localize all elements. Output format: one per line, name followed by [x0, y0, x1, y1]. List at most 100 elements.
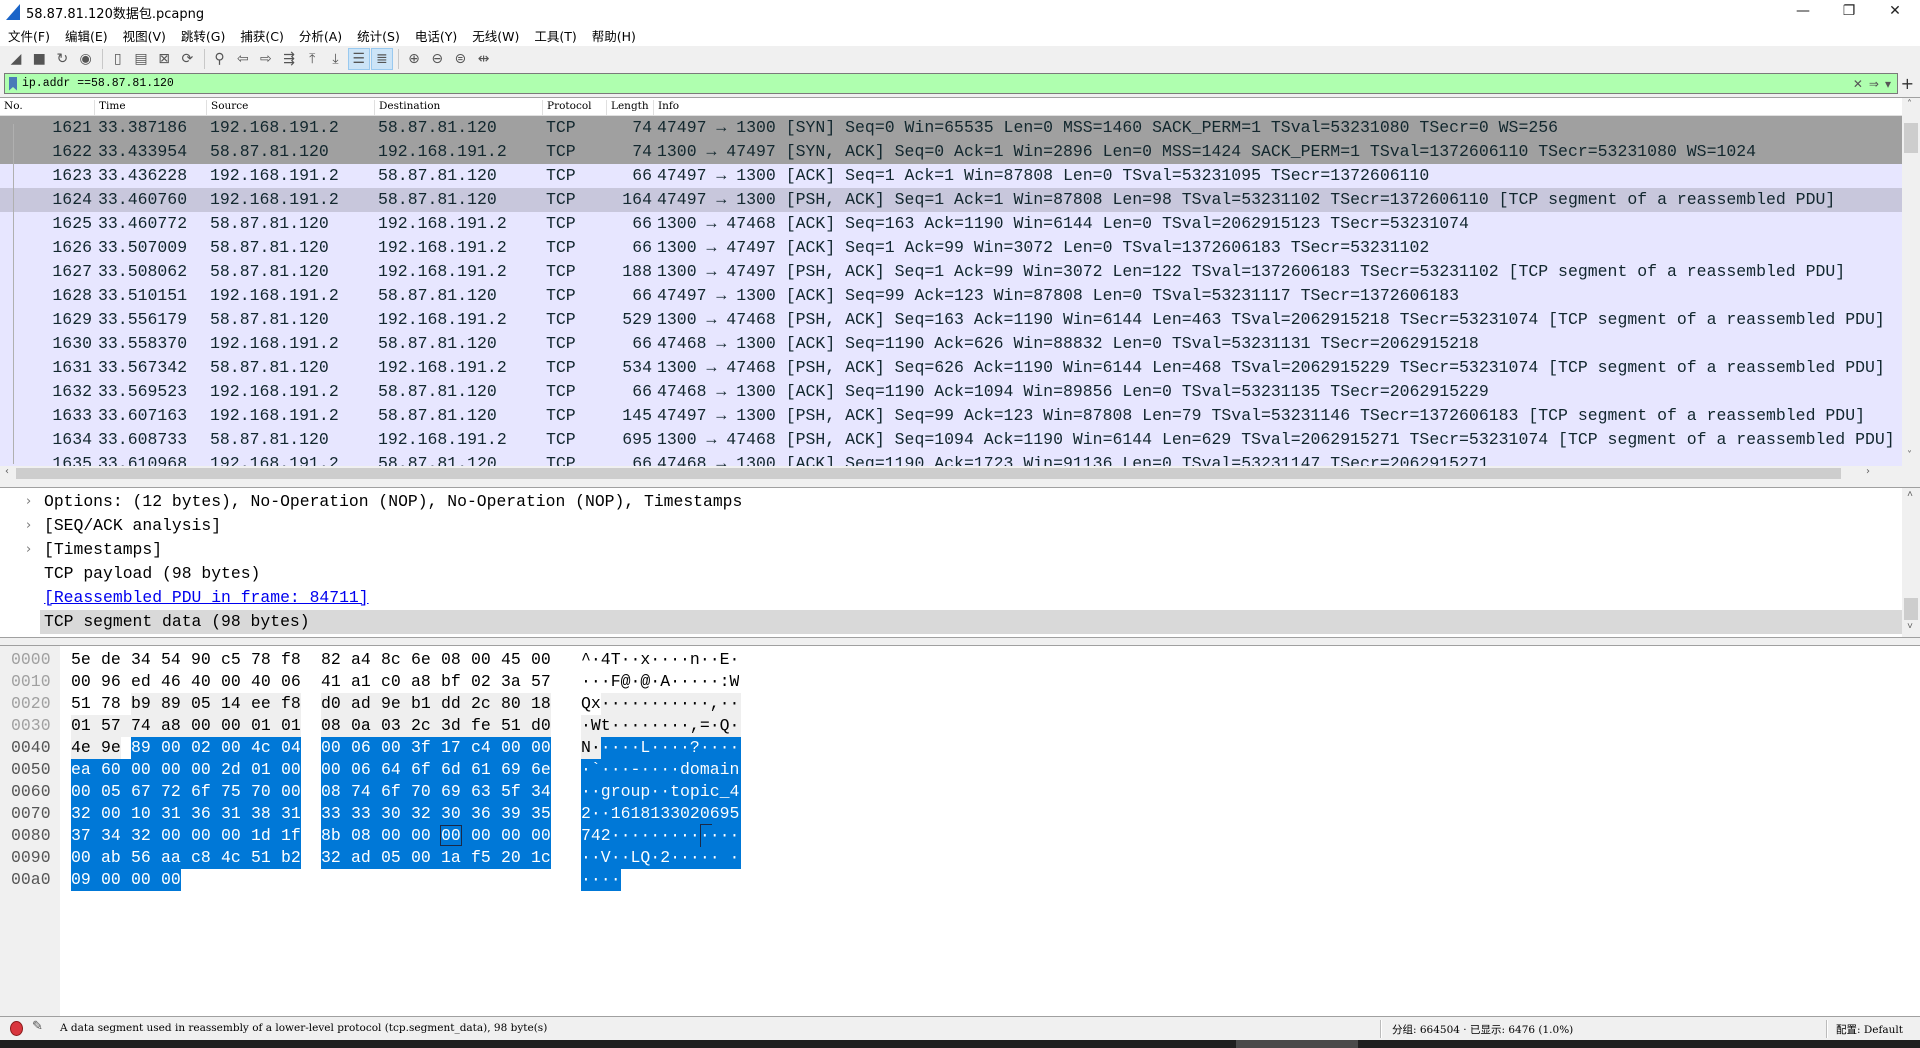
- column-header-no[interactable]: No.: [0, 100, 23, 116]
- hex-byte[interactable]: 1d: [251, 825, 281, 847]
- hex-byte[interactable]: fe: [471, 715, 501, 737]
- hex-byte[interactable]: 08: [321, 715, 351, 737]
- maximize-button[interactable]: ❐: [1826, 0, 1872, 24]
- hex-byte[interactable]: 00: [221, 671, 241, 693]
- hex-byte[interactable]: 5e: [71, 649, 91, 671]
- hex-byte[interactable]: 4c: [251, 737, 281, 759]
- hex-byte[interactable]: 9e: [101, 737, 121, 759]
- hex-byte[interactable]: 4e: [71, 737, 101, 759]
- hex-byte[interactable]: 30: [381, 803, 411, 825]
- hex-byte[interactable]: 6e: [411, 649, 431, 671]
- expand-chevron-icon[interactable]: ›: [26, 514, 31, 538]
- hex-byte[interactable]: 2c: [471, 693, 501, 715]
- last-packet-button[interactable]: ⤓: [324, 48, 346, 70]
- hex-byte[interactable]: aa: [161, 847, 191, 869]
- hex-byte[interactable]: 8b: [321, 825, 351, 847]
- scroll-up-icon[interactable]: ˄: [1907, 490, 1913, 501]
- tree-item[interactable]: [Reassembled PDU in frame: 84711]: [0, 586, 1902, 610]
- hex-byte[interactable]: bf: [441, 671, 461, 693]
- hex-byte[interactable]: d0: [321, 693, 351, 715]
- menu-item[interactable]: 跳转(G): [177, 26, 233, 45]
- hex-byte[interactable]: 41: [321, 671, 341, 693]
- hex-byte[interactable]: 70: [251, 781, 281, 803]
- hex-byte[interactable]: 30: [441, 803, 471, 825]
- hex-byte[interactable]: c0: [381, 671, 401, 693]
- hex-byte[interactable]: 90: [191, 649, 211, 671]
- hex-byte[interactable]: 46: [161, 671, 181, 693]
- hex-byte[interactable]: 10: [131, 803, 161, 825]
- hex-byte[interactable]: 31: [161, 803, 191, 825]
- hex-byte[interactable]: d0: [531, 715, 551, 737]
- hex-byte[interactable]: 70: [411, 781, 441, 803]
- hex-byte[interactable]: b1: [411, 693, 441, 715]
- hex-byte[interactable]: 51: [251, 847, 281, 869]
- hex-byte[interactable]: 33: [351, 803, 381, 825]
- ascii-text[interactable]: ^·4T··x····n··E·: [581, 649, 739, 671]
- hex-byte[interactable]: 00: [191, 759, 221, 781]
- hex-byte[interactable]: 00: [411, 825, 441, 847]
- packet-list-vscrollbar[interactable]: ˄ ˅: [1902, 98, 1920, 481]
- hex-byte[interactable]: 1c: [531, 847, 551, 869]
- hex-byte[interactable]: f8: [281, 649, 301, 671]
- hex-byte[interactable]: 00: [440, 825, 471, 847]
- close-file-button[interactable]: ⊠: [153, 48, 175, 70]
- packet-row[interactable]: 1625 33.460772 58.87.81.120 192.168.191.2 TC…: [0, 212, 1902, 236]
- edit-comment-icon[interactable]: ✎: [32, 1019, 43, 1034]
- hex-byte[interactable]: 60: [101, 759, 131, 781]
- hex-byte[interactable]: 00: [221, 715, 251, 737]
- menu-item[interactable]: 文件(F): [4, 26, 58, 45]
- hex-byte[interactable]: 33: [321, 803, 351, 825]
- hex-byte[interactable]: 2d: [221, 759, 251, 781]
- hex-byte[interactable]: 01: [251, 715, 281, 737]
- hex-byte[interactable]: de: [101, 649, 121, 671]
- tree-item[interactable]: › [Timestamps]: [0, 538, 1902, 562]
- menu-item[interactable]: 电话(Y): [411, 26, 465, 45]
- hex-byte[interactable]: 72: [161, 781, 191, 803]
- hex-byte[interactable]: 06: [281, 671, 301, 693]
- hex-byte[interactable]: b2: [281, 847, 301, 869]
- hex-byte[interactable]: 00: [161, 737, 191, 759]
- ascii-text[interactable]: ··group··topic_4: [581, 781, 739, 803]
- hex-byte[interactable]: ad: [351, 847, 381, 869]
- tree-item[interactable]: TCP payload (98 bytes): [0, 562, 1902, 586]
- ascii-text[interactable]: 2··1618133020695: [581, 803, 739, 825]
- column-header-info[interactable]: Info: [653, 100, 679, 116]
- find-packet-button[interactable]: ⚲: [209, 48, 231, 70]
- ascii-text[interactable]: Qx···········,··: [581, 693, 739, 715]
- hex-byte[interactable]: 00: [501, 825, 531, 847]
- hex-byte[interactable]: 6f: [411, 759, 441, 781]
- packet-row[interactable]: 1635 33.610968 192.168.191.2 58.87.81.120 TC…: [0, 452, 1902, 466]
- hex-byte[interactable]: 56: [131, 847, 161, 869]
- hex-byte[interactable]: 02: [191, 737, 221, 759]
- scroll-down-icon[interactable]: ˅: [1907, 450, 1912, 461]
- ascii-text[interactable]: ···F@·@·A·····:W: [581, 671, 739, 693]
- resize-columns-button[interactable]: ⇹: [473, 48, 495, 70]
- hex-byte[interactable]: 39: [501, 803, 531, 825]
- hex-byte[interactable]: 5f: [501, 781, 531, 803]
- hex-byte[interactable]: 36: [191, 803, 221, 825]
- column-header-length[interactable]: Length: [606, 100, 649, 116]
- hex-byte[interactable]: 32: [71, 803, 101, 825]
- ascii-text[interactable]: 742·············: [581, 825, 739, 847]
- hex-byte[interactable]: 61: [471, 759, 501, 781]
- hex-byte[interactable]: 00: [321, 759, 351, 781]
- hex-byte[interactable]: 00: [191, 825, 221, 847]
- hex-byte[interactable]: a4: [351, 649, 371, 671]
- packet-row[interactable]: 1621 33.387186 192.168.191.2 58.87.81.120 TC…: [0, 116, 1902, 140]
- hex-byte[interactable]: 3a: [501, 671, 521, 693]
- packet-row[interactable]: 1631 33.567342 58.87.81.120 192.168.191.2 TC…: [0, 356, 1902, 380]
- hex-byte[interactable]: 1f: [281, 825, 301, 847]
- packet-row[interactable]: 1632 33.569523 192.168.191.2 58.87.81.120 TC…: [0, 380, 1902, 404]
- hex-byte[interactable]: 00: [161, 825, 191, 847]
- restart-capture-button[interactable]: ↻: [51, 48, 73, 70]
- tree-item[interactable]: › [SEQ/ACK analysis]: [0, 514, 1902, 538]
- hex-byte[interactable]: 00: [71, 781, 101, 803]
- hex-byte[interactable]: 31: [281, 803, 301, 825]
- hex-byte[interactable]: 00: [191, 715, 221, 737]
- packet-row[interactable]: 1630 33.558370 192.168.191.2 58.87.81.120 TC…: [0, 332, 1902, 356]
- hex-byte[interactable]: 1a: [441, 847, 471, 869]
- tree-item[interactable]: TCP segment data (98 bytes): [0, 610, 1902, 634]
- scroll-up-icon[interactable]: ˄: [1907, 99, 1912, 110]
- hex-byte[interactable]: 34: [131, 649, 151, 671]
- hex-byte[interactable]: 00: [221, 825, 251, 847]
